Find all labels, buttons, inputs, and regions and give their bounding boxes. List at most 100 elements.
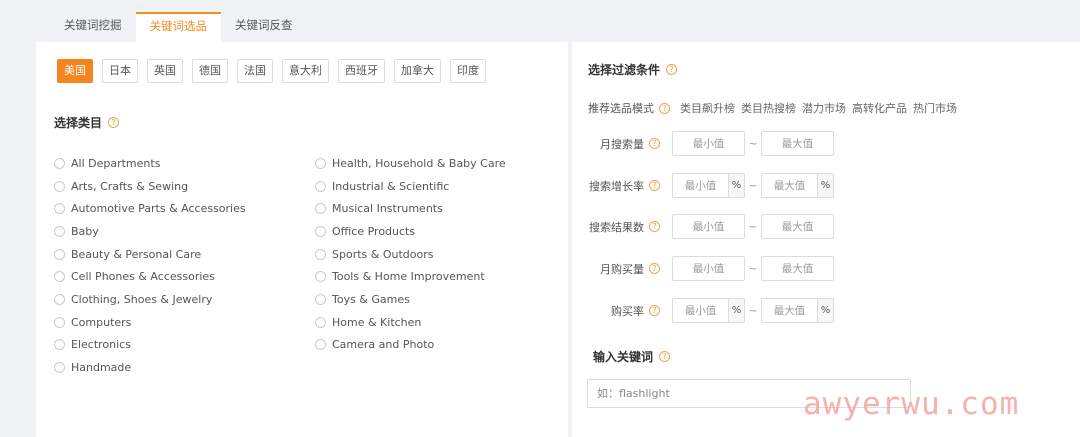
mode-category-hot[interactable]: 类目热搜榜 (741, 100, 796, 116)
recommend-mode-label: 推荐选品模式 ? (588, 100, 670, 116)
keyword-title-text: 输入关键词 (593, 350, 654, 364)
filter-label: 月搜索量? (572, 136, 672, 152)
country-jp[interactable]: 日本 (102, 59, 138, 83)
help-icon[interactable]: ? (659, 102, 670, 114)
category-option[interactable]: Baby (54, 220, 246, 243)
help-icon[interactable]: ? (108, 117, 120, 128)
radio-button[interactable] (54, 203, 65, 215)
category-label: Clothing, Shoes & Jewelry (71, 292, 213, 306)
country-in[interactable]: 印度 (450, 59, 486, 83)
radio-button[interactable] (54, 362, 65, 374)
country-es[interactable]: 西班牙 (338, 59, 385, 83)
radio-button[interactable] (54, 339, 65, 351)
tab-keyword-product-selection[interactable]: 关键词选品 (135, 12, 221, 42)
radio-button[interactable] (315, 248, 326, 260)
category-option[interactable]: Home & Kitchen (315, 311, 506, 334)
min-input[interactable]: 最小值% (672, 173, 745, 198)
help-icon[interactable]: ? (649, 138, 660, 149)
help-icon[interactable]: ? (649, 221, 660, 232)
radio-button[interactable] (54, 293, 65, 305)
mode-category-rising[interactable]: 类目飙升榜 (680, 100, 735, 116)
tab-bar: 关键词挖掘 关键词选品 关键词反查 (50, 12, 307, 42)
mode-high-conversion[interactable]: 高转化产品 (852, 100, 907, 116)
max-input[interactable]: 最大值 (761, 214, 834, 239)
min-input[interactable]: 最小值 (672, 214, 745, 239)
help-icon[interactable]: ? (649, 180, 660, 191)
filter-title-text: 选择过滤条件 (588, 63, 661, 77)
filter-search-results: 搜索结果数? 最小值 ~ 最大值 (572, 214, 834, 239)
max-placeholder: 最大值 (773, 305, 806, 317)
radio-button[interactable] (54, 157, 65, 169)
min-input[interactable]: 最小值 (672, 256, 745, 281)
country-uk[interactable]: 英国 (147, 59, 183, 83)
category-option[interactable]: Beauty & Personal Care (54, 243, 246, 266)
max-input[interactable]: 最大值 (761, 256, 834, 281)
radio-button[interactable] (54, 225, 65, 237)
radio-button[interactable] (315, 157, 326, 169)
percent-suffix: % (817, 174, 833, 197)
category-option[interactable]: Office Products (315, 220, 506, 243)
country-fr[interactable]: 法国 (237, 59, 273, 83)
country-us[interactable]: 美国 (57, 59, 93, 83)
category-option[interactable]: Tools & Home Improvement (315, 265, 506, 288)
max-input[interactable]: 最大值 (761, 131, 834, 156)
filter-label-text: 月购买量 (600, 262, 644, 276)
percent-suffix: % (728, 299, 744, 322)
min-input[interactable]: 最小值 (672, 131, 745, 156)
category-label: Automotive Parts & Accessories (71, 202, 246, 216)
category-label: Camera and Photo (332, 338, 435, 352)
country-de[interactable]: 德国 (192, 59, 228, 83)
min-input[interactable]: 最小值% (672, 298, 745, 323)
help-icon[interactable]: ? (649, 263, 660, 274)
category-option[interactable]: Clothing, Shoes & Jewelry (54, 288, 246, 311)
tab-keyword-mining[interactable]: 关键词挖掘 (50, 12, 136, 42)
filter-monthly-purchase: 月购买量? 最小值 ~ 最大值 (572, 256, 834, 281)
category-option[interactable]: Handmade (54, 356, 246, 379)
category-label: Health, Household & Baby Care (332, 156, 506, 170)
radio-button[interactable] (315, 203, 326, 215)
filter-label: 月购买量? (572, 261, 672, 277)
tab-keyword-reverse-lookup[interactable]: 关键词反查 (221, 12, 307, 42)
mode-potential-market[interactable]: 潜力市场 (802, 100, 846, 116)
country-ca[interactable]: 加拿大 (394, 59, 441, 83)
max-input[interactable]: 最大值% (761, 173, 834, 198)
filter-label: 搜索增长率? (572, 178, 672, 194)
radio-button[interactable] (54, 180, 65, 192)
help-icon[interactable]: ? (659, 351, 671, 362)
category-option[interactable]: Camera and Photo (315, 334, 506, 357)
category-option[interactable]: Sports & Outdoors (315, 243, 506, 266)
category-label: Beauty & Personal Care (71, 247, 202, 261)
radio-button[interactable] (315, 225, 326, 237)
category-option[interactable]: Automotive Parts & Accessories (54, 197, 246, 220)
filter-label-text: 搜索结果数 (589, 220, 644, 234)
filter-panel: 选择过滤条件 ? 推荐选品模式 ? 类目飙升榜 类目热搜榜 潜力市场 高转化产品… (572, 42, 1080, 437)
help-icon[interactable]: ? (666, 64, 678, 75)
category-option[interactable]: Arts, Crafts & Sewing (54, 175, 246, 198)
radio-button[interactable] (315, 271, 326, 283)
radio-button[interactable] (315, 293, 326, 305)
category-option[interactable]: Toys & Games (315, 288, 506, 311)
radio-button[interactable] (54, 271, 65, 283)
help-icon[interactable]: ? (649, 305, 660, 316)
category-option[interactable]: Industrial & Scientific (315, 175, 506, 198)
category-label: All Departments (71, 156, 161, 170)
radio-button[interactable] (315, 180, 326, 192)
radio-button[interactable] (315, 316, 326, 328)
category-option[interactable]: Computers (54, 311, 246, 334)
mode-hot-market[interactable]: 热门市场 (913, 100, 957, 116)
category-option[interactable]: All Departments (54, 152, 246, 175)
category-option[interactable]: Cell Phones & Accessories (54, 265, 246, 288)
radio-button[interactable] (54, 248, 65, 260)
category-option[interactable]: Health, Household & Baby Care (315, 152, 506, 175)
country-it[interactable]: 意大利 (282, 59, 329, 83)
filter-section-title: 选择过滤条件 ? (588, 61, 678, 78)
category-label: Home & Kitchen (332, 315, 422, 329)
country-selector: 美国 日本 英国 德国 法国 意大利 西班牙 加拿大 印度 (57, 59, 486, 83)
max-input[interactable]: 最大值% (761, 298, 834, 323)
radio-button[interactable] (315, 339, 326, 351)
radio-button[interactable] (54, 316, 65, 328)
filter-label: 搜索结果数? (572, 219, 672, 235)
category-option[interactable]: Musical Instruments (315, 197, 506, 220)
category-label: Computers (71, 315, 132, 329)
category-option[interactable]: Electronics (54, 334, 246, 357)
